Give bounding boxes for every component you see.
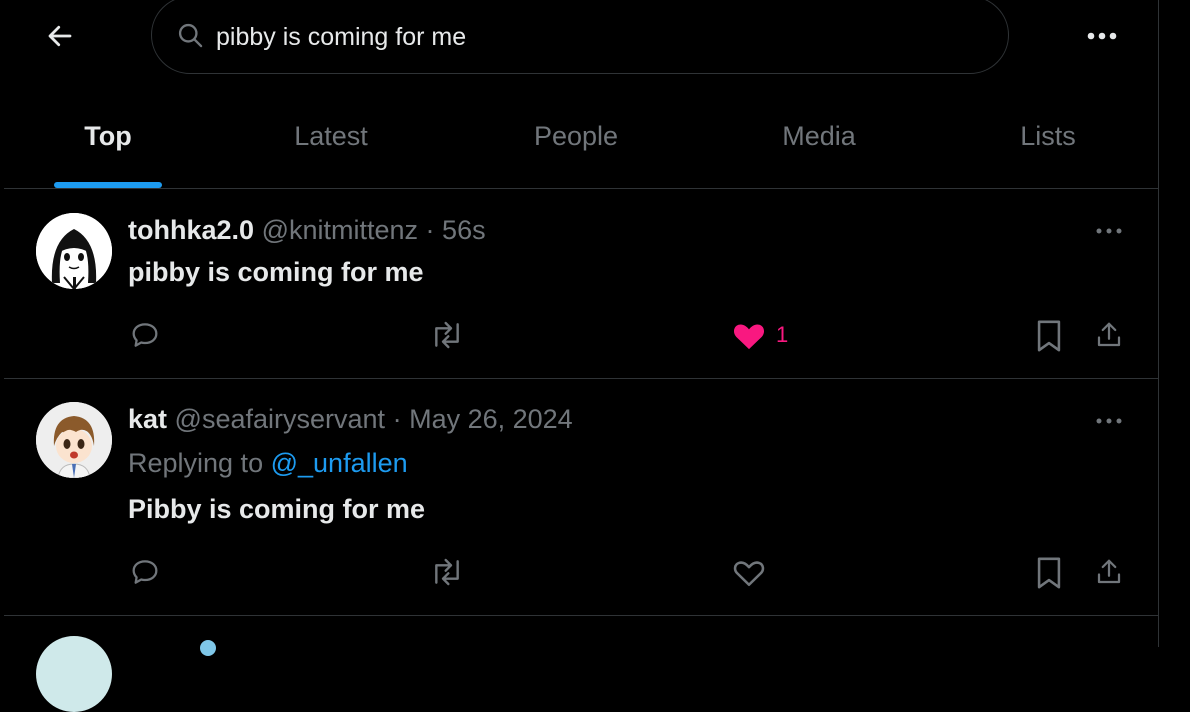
tab-label: Top — [84, 121, 132, 151]
back-arrow-icon — [48, 25, 72, 47]
reply-icon — [132, 560, 158, 584]
bookmark-icon — [1037, 557, 1061, 589]
replying-to-label: Replying to — [128, 448, 264, 478]
search-input[interactable] — [214, 17, 918, 53]
tweet-header: tohhka2.0 @knitmittenz · 56s — [128, 215, 486, 246]
tweet-more-button[interactable] — [1089, 409, 1129, 433]
separator-dot: · — [392, 404, 402, 434]
share-button[interactable] — [1094, 319, 1124, 351]
more-dots-icon — [1096, 228, 1122, 234]
search-icon — [178, 23, 203, 48]
more-dots-icon — [1096, 418, 1122, 424]
avatar-image — [36, 213, 112, 289]
tweet-text: Pibby is coming for me — [128, 494, 426, 524]
tab-label: Latest — [294, 121, 368, 151]
like-button[interactable] — [732, 556, 766, 588]
share-icon — [1097, 559, 1121, 584]
back-button[interactable] — [40, 16, 80, 56]
timeline-column: Top Latest People Media Lists — [4, 0, 1159, 712]
retweet-button[interactable] — [428, 319, 466, 351]
bookmark-button[interactable] — [1036, 319, 1062, 353]
avatar[interactable] — [36, 636, 112, 712]
timestamp[interactable]: May 26, 2024 — [409, 404, 573, 434]
reply-icon — [132, 323, 158, 347]
more-dots-icon — [1087, 32, 1117, 40]
like-count: 1 — [776, 322, 789, 347]
avatar[interactable] — [36, 402, 112, 478]
heart-filled-icon — [733, 324, 765, 350]
tweet[interactable]: tohhka2.0 @knitmittenz · 56s pibby is co… — [4, 189, 1158, 379]
share-button[interactable] — [1094, 556, 1124, 588]
like-button[interactable]: 1 — [732, 319, 788, 351]
reply-context: Replying to @_unfallen — [128, 448, 408, 479]
tab-label: Lists — [1020, 121, 1076, 151]
heart-outline-icon — [733, 561, 765, 587]
tab-media[interactable]: Media — [752, 100, 886, 188]
separator-dot: · — [425, 215, 435, 245]
avatar-image — [36, 402, 112, 478]
display-name[interactable]: tohhka2.0 — [128, 215, 254, 245]
search-box[interactable] — [151, 0, 1009, 74]
tab-label: People — [533, 121, 619, 151]
tab-label: Media — [782, 121, 856, 151]
bookmark-icon — [1037, 320, 1061, 352]
user-handle[interactable]: @seafairyservant — [175, 404, 386, 434]
tweet-text: pibby is coming for me — [128, 257, 424, 287]
avatar[interactable] — [36, 213, 112, 289]
display-name[interactable]: kat — [128, 404, 167, 434]
tweet-more-button[interactable] — [1089, 219, 1129, 243]
reply-button[interactable] — [128, 319, 162, 351]
active-tab-indicator — [54, 182, 162, 188]
timestamp[interactable]: 56s — [442, 215, 486, 245]
tab-top[interactable]: Top — [54, 100, 162, 188]
verified-badge-icon — [200, 640, 216, 656]
tab-lists[interactable]: Lists — [994, 100, 1102, 188]
tweet-header: kat @seafairyservant · May 26, 2024 — [128, 404, 573, 435]
search-tabs: Top Latest People Media Lists — [4, 100, 1158, 189]
reply-button[interactable] — [128, 556, 162, 588]
retweet-icon — [435, 321, 459, 349]
tab-latest[interactable]: Latest — [266, 100, 396, 188]
bookmark-button[interactable] — [1036, 556, 1062, 590]
tweet[interactable]: kat @seafairyservant · May 26, 2024 Repl… — [4, 379, 1158, 616]
user-handle[interactable]: @knitmittenz — [262, 215, 418, 245]
retweet-button[interactable] — [428, 556, 466, 588]
reply-mention-link[interactable]: @_unfallen — [271, 448, 408, 478]
tab-people[interactable]: People — [504, 100, 648, 188]
more-options-button[interactable] — [1082, 20, 1122, 52]
retweet-icon — [435, 558, 459, 586]
share-icon — [1097, 322, 1121, 347]
